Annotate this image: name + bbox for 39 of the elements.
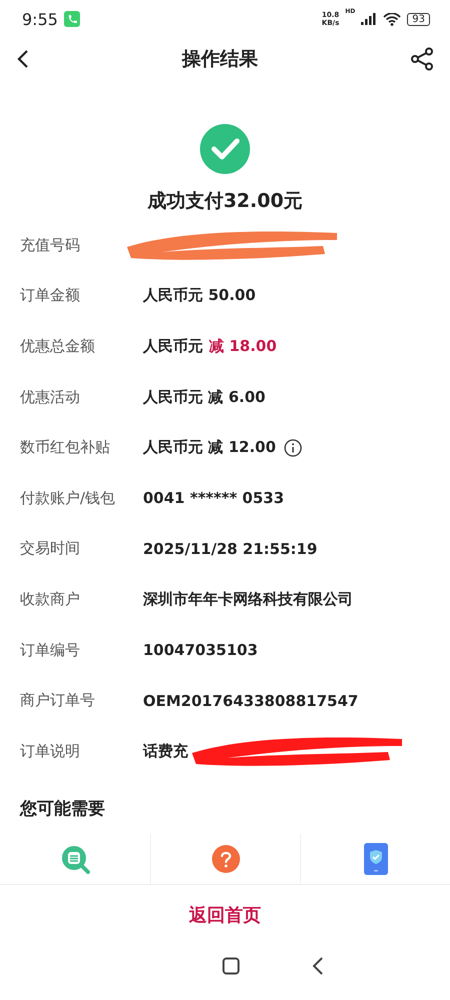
field-label: 订单说明 — [20, 742, 81, 761]
field-label: 交易时间 — [20, 539, 81, 558]
discount-amount: 减 18.00 — [209, 336, 277, 356]
field-label: 商户订单号 — [20, 691, 96, 710]
back-nav-icon[interactable] — [312, 956, 324, 975]
home-button[interactable]: 返回首页 — [181, 898, 269, 931]
back-icon[interactable] — [16, 49, 30, 69]
info-icon[interactable] — [284, 438, 302, 457]
wifi-icon — [383, 12, 402, 26]
share-icon[interactable] — [410, 47, 434, 71]
success-check-icon — [200, 124, 250, 174]
field-value: 深圳市年年卡网络科技有限公司 — [143, 590, 353, 609]
field-label: 订单金额 — [20, 286, 81, 306]
phone-shield-icon[interactable] — [364, 842, 388, 875]
field-value: 人民币元 减 12.00 — [143, 438, 276, 458]
home-nav-icon[interactable] — [222, 956, 240, 975]
phone-icon — [64, 11, 80, 27]
field-value: 2025/11/28 21:55:19 — [143, 540, 318, 558]
field-label: 收款商户 — [20, 590, 81, 609]
battery-level: 93 — [407, 12, 430, 26]
status-time: 9:55 — [22, 10, 58, 28]
field-value: 人民币元 50.00 — [143, 286, 256, 306]
section-title: 您可能需要 — [20, 798, 105, 819]
field-value: 0041 ****** 0533 — [143, 489, 284, 508]
page-title: 操作结果 — [182, 47, 258, 72]
field-value: 话费充 — [143, 742, 188, 761]
field-label: 充值号码 — [20, 236, 81, 255]
field-value: OEM20176433808817547 — [143, 692, 358, 710]
field-label: 付款账户/钱包 — [20, 488, 116, 508]
help-icon[interactable] — [210, 844, 240, 874]
field-label: 优惠总金额 — [20, 336, 96, 356]
field-label: 数币红包补贴 — [20, 438, 111, 458]
signal-icon — [361, 13, 378, 25]
field-label: 优惠活动 — [20, 388, 81, 407]
field-value: 人民币元 减 6.00 — [143, 388, 266, 407]
payment-result: 成功支付32.00元 — [147, 189, 303, 214]
field-label: 订单编号 — [20, 640, 81, 660]
field-value: 人民币元 — [143, 336, 203, 356]
field-value: 10047035103 — [143, 641, 258, 660]
